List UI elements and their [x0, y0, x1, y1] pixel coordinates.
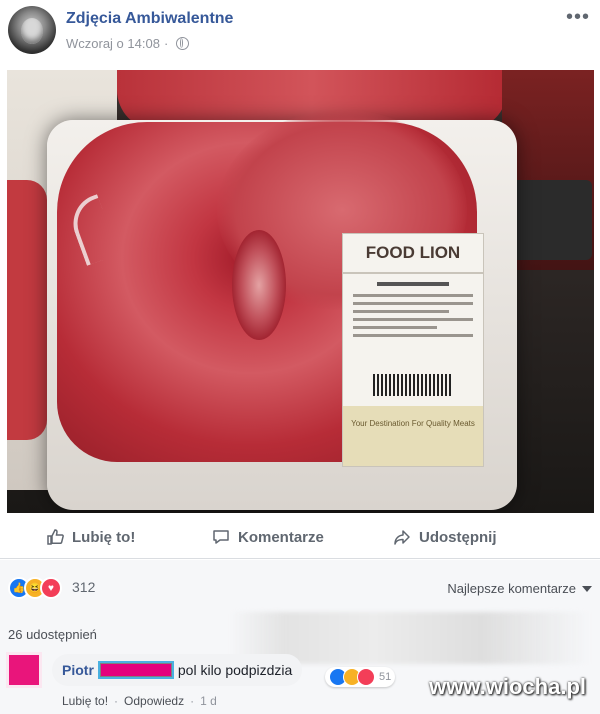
reaction-count[interactable]: 312 [72, 579, 95, 595]
redacted-name [99, 663, 172, 677]
page-name-link[interactable]: Zdjęcia Ambiwalentne [66, 10, 233, 28]
like-label: Lubię to! [72, 528, 136, 546]
love-reaction-icon: ♥ [40, 577, 62, 599]
comment-reaction-count: 51 [379, 671, 392, 683]
label-brand: FOOD LION [343, 234, 483, 274]
label-footer: Your Destination For Quality Meats [343, 406, 483, 466]
post-photo[interactable]: FOOD LION Your Destination For Quality M… [7, 70, 594, 513]
comment-actions: Lubię to! · Odpowiedz · 1 d [62, 694, 217, 708]
love-reaction-icon [357, 668, 375, 686]
comment-sort-label: Najlepsze komentarze [447, 581, 576, 596]
comment-sort-dropdown[interactable]: Najlepsze komentarze [447, 581, 592, 596]
comments-section: 26 udostępnień Piotr pol kilo podpizdzia… [0, 612, 600, 714]
comment-icon [213, 530, 229, 544]
comment-like-link[interactable]: Lubię to! [62, 694, 108, 708]
commenter-avatar[interactable] [6, 652, 42, 688]
comment-bubble: Piotr pol kilo podpizdzia [52, 654, 303, 686]
background-label-right [512, 180, 592, 260]
watermark: www.wiocha.pl [429, 674, 586, 699]
comment-age[interactable]: 1 d [200, 694, 217, 708]
globe-icon [176, 37, 190, 50]
share-button[interactable]: Udostępnij [393, 528, 497, 546]
comment-button[interactable]: Komentarze [212, 528, 324, 546]
share-label: Udostępnij [419, 528, 497, 546]
caret-down-icon [582, 585, 592, 592]
page-avatar[interactable] [8, 6, 56, 54]
reactions-summary: 👍 😆 ♥ 312 Najlepsze komentarze [0, 560, 600, 613]
comment-reply-link[interactable]: Odpowiedz [124, 694, 184, 708]
share-arrow-icon [394, 530, 410, 545]
comment-text: pol kilo podpizdzia [177, 662, 293, 678]
post-header: Zdjęcia Ambiwalentne Wczoraj o 14:08 · •… [0, 0, 600, 62]
label-barcode [373, 374, 453, 396]
price-label: FOOD LION Your Destination For Quality M… [342, 233, 484, 467]
label-text-lines [343, 274, 483, 350]
thumbs-up-icon [47, 529, 64, 545]
shares-count[interactable]: 26 udostępnień [8, 627, 97, 642]
post-action-bar: Lubię to! Komentarze Udostępnij [0, 520, 600, 559]
reaction-icons[interactable]: 👍 😆 ♥ [8, 577, 62, 599]
meat-fold [232, 230, 286, 340]
more-options-icon[interactable]: ••• [566, 6, 590, 29]
post-timestamp[interactable]: Wczoraj o 14:08 [66, 36, 160, 51]
post-meta: Wczoraj o 14:08 · [66, 36, 190, 51]
comment-label: Komentarze [238, 528, 324, 546]
meta-separator: · [163, 36, 169, 51]
like-button[interactable]: Lubię to! [46, 528, 135, 546]
comment-reactions[interactable]: 51 [325, 667, 396, 687]
comment-author[interactable]: Piotr [62, 662, 94, 678]
background-meat-left [7, 180, 47, 440]
